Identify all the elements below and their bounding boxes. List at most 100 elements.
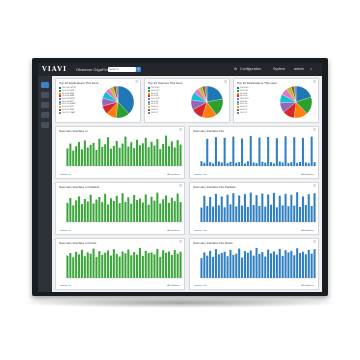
chart-bar[interactable] bbox=[115, 141, 118, 166]
sidebar-devices-icon[interactable] bbox=[41, 102, 49, 108]
chart-bar[interactable] bbox=[69, 253, 72, 278]
chart-bar[interactable] bbox=[241, 138, 244, 166]
chart-bar[interactable] bbox=[249, 135, 252, 166]
chart-bar[interactable] bbox=[80, 149, 83, 166]
chart-bar[interactable] bbox=[159, 256, 162, 278]
chart-bar[interactable] bbox=[264, 256, 267, 278]
chart-bar[interactable] bbox=[130, 255, 133, 278]
chart-legend-link[interactable]: Interface In bbox=[60, 285, 71, 287]
chart-bar[interactable] bbox=[118, 147, 121, 166]
chart-bar[interactable] bbox=[98, 251, 101, 278]
chart-bar[interactable] bbox=[83, 140, 86, 166]
chart-legend-link[interactable]: Interface Out bbox=[194, 230, 207, 232]
chart-bar[interactable] bbox=[290, 250, 293, 278]
chart-bar[interactable] bbox=[287, 163, 290, 166]
chart-bar[interactable] bbox=[272, 251, 275, 278]
chart-bar[interactable] bbox=[270, 162, 273, 166]
chart-bar[interactable] bbox=[159, 203, 162, 222]
chart-bar[interactable] bbox=[165, 252, 168, 278]
chart-bar[interactable] bbox=[141, 202, 144, 222]
search-icon[interactable]: ⚲ bbox=[136, 66, 141, 72]
chart-bar[interactable] bbox=[287, 206, 290, 222]
chart-bar[interactable] bbox=[72, 150, 75, 166]
chart-bar[interactable] bbox=[153, 200, 156, 222]
search-input[interactable]: Search bbox=[108, 66, 136, 72]
chart-bar[interactable] bbox=[301, 196, 304, 222]
chart-bar[interactable] bbox=[293, 255, 296, 278]
chart-bar[interactable] bbox=[203, 252, 206, 278]
chart-bar[interactable] bbox=[220, 196, 223, 222]
chart-bar[interactable] bbox=[136, 254, 139, 278]
chart-bar[interactable] bbox=[304, 205, 307, 222]
chart-bar[interactable] bbox=[235, 162, 238, 166]
chart-bar[interactable] bbox=[109, 148, 112, 166]
chart-bar[interactable] bbox=[101, 202, 104, 222]
chart-bar[interactable] bbox=[267, 194, 270, 222]
chart-bar[interactable] bbox=[80, 204, 83, 222]
chart-bar[interactable] bbox=[150, 141, 153, 166]
chart-bar[interactable] bbox=[165, 195, 168, 222]
chart-bar[interactable] bbox=[304, 254, 307, 278]
chart-bar[interactable] bbox=[150, 196, 153, 222]
chart-bar[interactable] bbox=[206, 138, 209, 166]
chart-bar[interactable] bbox=[141, 143, 144, 166]
chart-bar[interactable] bbox=[72, 205, 75, 222]
chart-bar[interactable] bbox=[272, 163, 275, 166]
chart-bar[interactable] bbox=[156, 139, 159, 166]
chart-bar[interactable] bbox=[78, 142, 81, 166]
chart-bar[interactable] bbox=[121, 143, 124, 166]
chart-bar[interactable] bbox=[92, 248, 95, 278]
chart-bar[interactable] bbox=[115, 195, 118, 222]
chart-bar[interactable] bbox=[69, 143, 72, 166]
chart-bar[interactable] bbox=[255, 163, 258, 166]
chart-bar[interactable] bbox=[98, 138, 101, 166]
chart-bar[interactable] bbox=[133, 252, 136, 278]
chart-bar[interactable] bbox=[278, 161, 281, 166]
chart-bar[interactable] bbox=[264, 162, 267, 166]
chart-bar[interactable] bbox=[299, 161, 302, 166]
chart-bar[interactable] bbox=[144, 194, 147, 222]
chart-bar[interactable] bbox=[147, 253, 150, 278]
chart-bar[interactable] bbox=[267, 249, 270, 278]
chart-bar[interactable] bbox=[176, 253, 179, 278]
chart-bar[interactable] bbox=[255, 195, 258, 222]
chart-bar[interactable] bbox=[232, 254, 235, 278]
chart-bar[interactable] bbox=[118, 203, 121, 222]
chart-bar[interactable] bbox=[206, 255, 209, 278]
chart-bar[interactable] bbox=[179, 144, 182, 166]
chart-bar[interactable] bbox=[167, 146, 170, 166]
chart-bar[interactable] bbox=[220, 253, 223, 278]
chart-bar[interactable] bbox=[89, 253, 92, 278]
chart-bar[interactable] bbox=[75, 200, 78, 222]
chart-bar[interactable] bbox=[209, 197, 212, 222]
chart-bar[interactable] bbox=[167, 251, 170, 278]
chart-bar[interactable] bbox=[98, 197, 101, 222]
chart-bar[interactable] bbox=[284, 193, 287, 222]
chart-bar[interactable] bbox=[159, 149, 162, 166]
chart-bar[interactable] bbox=[296, 248, 299, 278]
chart-bar[interactable] bbox=[258, 137, 261, 166]
chart-bar[interactable] bbox=[232, 193, 235, 222]
chart-bar[interactable] bbox=[235, 206, 238, 222]
chart-bar[interactable] bbox=[246, 206, 249, 222]
chart-bar[interactable] bbox=[83, 256, 86, 278]
chart-bar[interactable] bbox=[133, 148, 136, 166]
card-menu-icon[interactable]: ☰ bbox=[224, 80, 227, 84]
chart-bar[interactable] bbox=[307, 163, 310, 166]
chart-bar[interactable] bbox=[153, 254, 156, 278]
legend-item[interactable]: 10.0.5.7 bbox=[237, 111, 248, 114]
chart-bar[interactable] bbox=[290, 162, 293, 166]
chart-bar[interactable] bbox=[200, 207, 203, 222]
chart-bar[interactable] bbox=[153, 145, 156, 166]
chart-bar[interactable] bbox=[101, 146, 104, 166]
chart-bar[interactable] bbox=[66, 255, 69, 278]
chart-bar[interactable] bbox=[212, 163, 215, 166]
chart-bar[interactable] bbox=[86, 147, 89, 166]
chart-bar[interactable] bbox=[226, 163, 229, 166]
legend-item[interactable]: 10.0.5.7 LDAP bbox=[59, 111, 76, 114]
chart-bar[interactable] bbox=[287, 252, 290, 278]
chart-bar[interactable] bbox=[173, 147, 176, 166]
chart-bar[interactable] bbox=[214, 193, 217, 222]
chart-bar[interactable] bbox=[136, 139, 139, 166]
chart-bar[interactable] bbox=[252, 162, 255, 166]
